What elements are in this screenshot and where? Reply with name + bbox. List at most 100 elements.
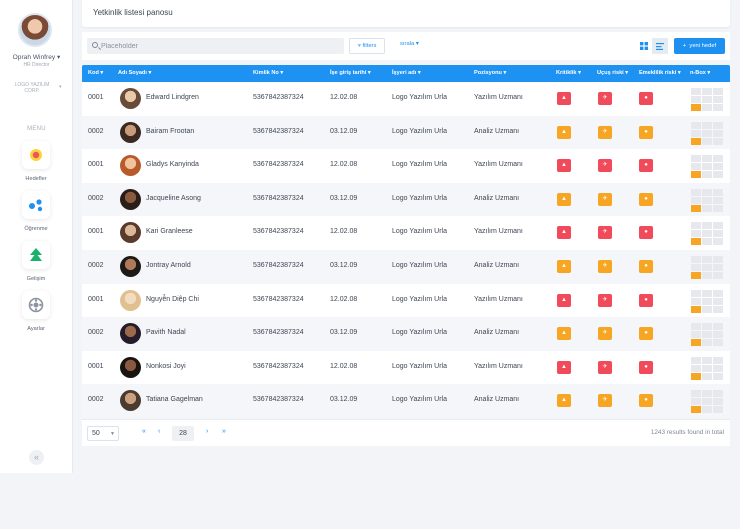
flight-risk-badge[interactable]: ✈ (598, 293, 612, 307)
retirement-risk-badge[interactable]: ● (639, 159, 653, 173)
column-header-workplace[interactable]: İşyeri adı ▾ (392, 70, 421, 76)
column-header-flight-risk[interactable]: Uçuş riski ▾ (597, 70, 628, 76)
flight-risk-badge[interactable]: ✈ (598, 226, 612, 240)
retirement-risk-badge[interactable]: ● (639, 226, 653, 240)
settings-icon (22, 291, 50, 319)
table-row[interactable]: 0001 Nguyễn Diệp Chi 5367842387324 12.02.08… (82, 283, 730, 318)
retirement-risk-badge[interactable]: ● (639, 192, 653, 206)
criticality-badge[interactable]: ▲ (557, 192, 571, 206)
criticality-badge[interactable]: ▲ (557, 293, 571, 307)
flight-risk-badge[interactable]: ✈ (598, 192, 612, 206)
table-row[interactable]: 0001 Kari Granleese 5367842387324 12.02.08 L… (82, 216, 730, 250)
cell-kimlik: 5367842387324 (253, 295, 304, 303)
retirement-risk-badge[interactable]: ● (639, 259, 653, 273)
cell-name[interactable]: Gladys Kanyinda (146, 161, 199, 168)
criticality-badge[interactable]: ▲ (557, 159, 571, 173)
nbox-grid[interactable] (691, 222, 724, 246)
cell-name[interactable]: Pavith Nadal (146, 329, 186, 336)
retirement-risk-badge[interactable]: ● (639, 360, 653, 374)
table-row[interactable]: 0002 Jacqueline Asong 5367842387324 03.12.0… (82, 182, 730, 217)
criticality-badge[interactable]: ▲ (557, 92, 571, 105)
criticality-badge[interactable]: ▲ (557, 327, 571, 341)
nbox-grid[interactable] (691, 323, 724, 347)
nbox-grid[interactable] (691, 88, 724, 111)
last-page-icon[interactable]: » (222, 428, 226, 435)
table-row[interactable]: 0001 Gladys Kanyinda 5367842387324 12.02.08… (82, 149, 730, 183)
learning-icon (22, 191, 50, 219)
table-row[interactable]: 0002 Bairam Frootan 5367842387324 03.12.09 L… (82, 115, 730, 150)
sidebar-item-hedefler[interactable]: Hedefler (14, 141, 58, 182)
flight-risk-badge[interactable]: ✈ (598, 327, 612, 341)
company-name[interactable]: LOGO YAZILIM CORP. (10, 82, 54, 94)
column-header-kimlik[interactable]: Kimlik No ▾ (253, 70, 283, 76)
column-header-name[interactable]: Adı Soyadı ▾ (118, 70, 151, 76)
sidebar-item-gelisim[interactable]: Gelişim (14, 241, 58, 282)
sidebar-item-ogrenme[interactable]: Öğrenme (14, 191, 58, 232)
next-page-icon[interactable]: › (206, 428, 208, 435)
criticality-badge[interactable]: ▲ (557, 394, 571, 408)
criticality-badge[interactable]: ▲ (557, 226, 571, 240)
flight-risk-badge[interactable]: ✈ (598, 259, 612, 273)
cell-name[interactable]: Kari Granleese (146, 228, 193, 235)
criticality-badge[interactable]: ▲ (557, 259, 571, 273)
retirement-risk-badge[interactable]: ● (639, 92, 653, 105)
table-row[interactable]: 0002 Jontray Arnold 5367842387324 03.12.09 L… (82, 249, 730, 284)
cell-name[interactable]: Jontray Arnold (146, 262, 191, 269)
cell-name[interactable]: Nguyễn Diệp Chi (146, 296, 199, 303)
flight-risk-badge[interactable]: ✈ (598, 159, 612, 173)
table-row[interactable]: 0001 Edward Lindgren 5367842387324 12.02.08… (82, 82, 730, 116)
cell-name[interactable]: Jacqueline Asong (146, 195, 201, 202)
cell-kod: 0001 (88, 228, 104, 236)
retirement-risk-badge[interactable]: ● (639, 327, 653, 341)
sidebar-item-ayarlar[interactable]: Ayarlar (14, 291, 58, 332)
retirement-risk-badge[interactable]: ● (639, 293, 653, 307)
criticality-badge[interactable]: ▲ (557, 360, 571, 374)
prev-page-icon[interactable]: ‹ (158, 428, 160, 435)
cell-position: Analiz Uzmanı (474, 329, 520, 337)
cell-name[interactable]: Nonkosi Joyi (146, 363, 186, 370)
list-view-button[interactable] (652, 38, 668, 54)
nbox-grid[interactable] (691, 255, 724, 279)
flight-risk-badge[interactable]: ✈ (598, 360, 612, 374)
retirement-risk-badge[interactable]: ● (639, 125, 653, 139)
sidebar-item-label: Ayarlar (27, 326, 45, 332)
page-number-input[interactable]: 28 (172, 426, 194, 441)
cell-name[interactable]: Tatiana Gagelman (146, 396, 203, 403)
nbox-grid[interactable] (691, 188, 724, 212)
retirement-risk-badge[interactable]: ● (639, 394, 653, 408)
search-input[interactable] (101, 38, 336, 54)
column-header-criticality[interactable]: Kritiklik ▾ (556, 70, 581, 76)
nbox-grid[interactable] (691, 289, 724, 313)
cell-name[interactable]: Edward Lindgren (146, 94, 199, 101)
flight-risk-badge[interactable]: ✈ (598, 394, 612, 408)
column-header-date[interactable]: İşe giriş tarihi ▾ (330, 70, 371, 76)
column-header-retirement-risk[interactable]: Emeklilik riski ▾ (639, 70, 681, 76)
nbox-grid[interactable] (691, 155, 724, 179)
cell-position: Yazılım Uzmanı (474, 94, 523, 101)
flight-risk-badge[interactable]: ✈ (598, 92, 612, 105)
nbox-grid[interactable] (691, 356, 724, 380)
add-goal-button[interactable]: + yeni hedef (674, 38, 725, 54)
column-header-position[interactable]: Pozisyonu ▾ (474, 70, 506, 76)
first-page-icon[interactable]: « (142, 428, 146, 435)
user-avatar[interactable] (18, 13, 52, 47)
page-size-select[interactable]: 50 ▼ (87, 426, 119, 441)
column-header-kod[interactable]: Kod ▾ (88, 70, 103, 76)
cell-name[interactable]: Bairam Frootan (146, 128, 194, 135)
column-header-nbox[interactable]: n-Box ▾ (690, 70, 710, 76)
company-chevron-icon[interactable]: ▾ (59, 84, 62, 90)
criticality-badge[interactable]: ▲ (557, 125, 571, 139)
nbox-grid[interactable] (691, 390, 724, 414)
flight-risk-badge[interactable]: ✈ (598, 125, 612, 139)
user-role: HR Director (23, 62, 50, 68)
nbox-grid[interactable] (691, 121, 724, 145)
avatar (120, 255, 141, 277)
collapse-sidebar-button[interactable]: « (29, 450, 44, 465)
sort-button[interactable]: sırala ▾ (400, 41, 419, 47)
filters-button[interactable]: ⫧ filters (349, 38, 385, 54)
table-row[interactable]: 0002 Tatiana Gagelman 5367842387324 03.12.0… (82, 384, 730, 418)
user-name[interactable]: Oprah Winfrey ▾ (0, 53, 73, 61)
grid-view-button[interactable] (636, 38, 652, 54)
table-row[interactable]: 0001 Nonkosi Joyi 5367842387324 12.02.08 Log… (82, 350, 730, 385)
table-row[interactable]: 0002 Pavith Nadal 5367842387324 03.12.09 Log… (82, 317, 730, 351)
